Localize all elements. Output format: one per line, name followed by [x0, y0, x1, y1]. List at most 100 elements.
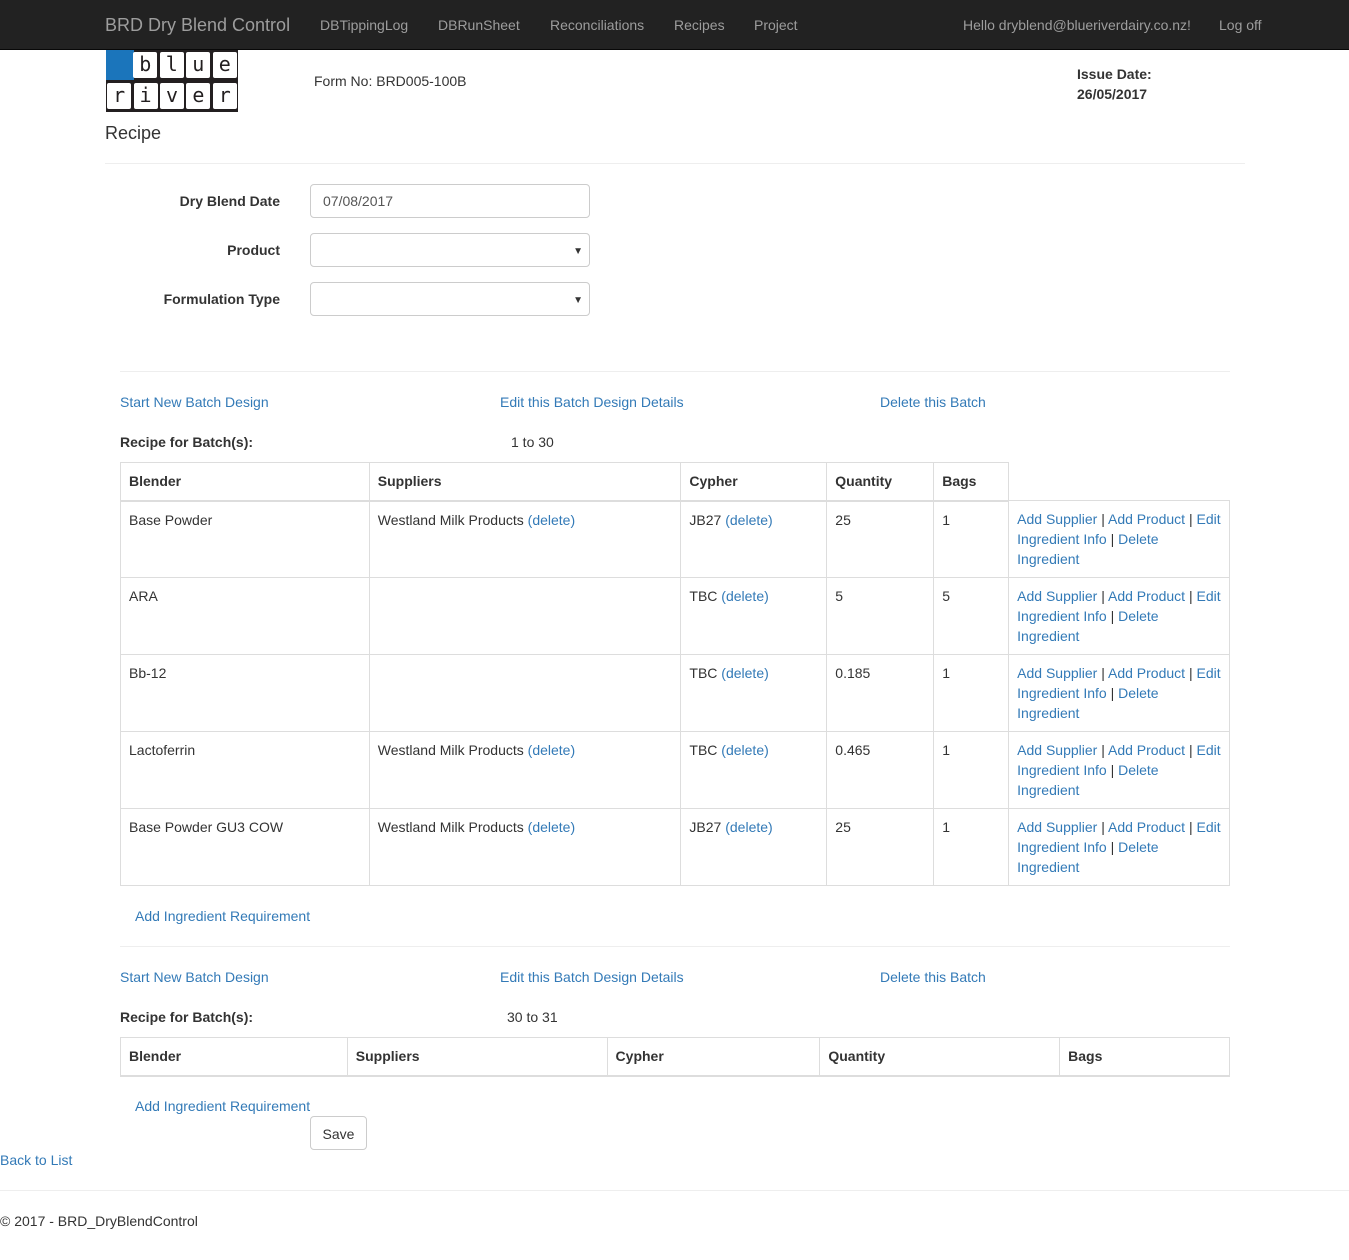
add-product-link[interactable]: Add Product [1108, 742, 1185, 758]
supplier-cell: Westland Milk Products (delete) [368, 808, 682, 886]
bags-cell: 1 [933, 731, 1010, 809]
delete-ingredient-word2: Ingredient [1017, 705, 1080, 721]
delete-cypher-link[interactable]: (delete) [721, 588, 768, 604]
logo-letter: r [212, 83, 237, 109]
add-supplier-link[interactable]: Add Supplier [1017, 588, 1097, 604]
separator: | [1101, 665, 1105, 681]
dry-blend-date-input[interactable] [310, 184, 590, 218]
col-suppliers: Suppliers [346, 1037, 608, 1077]
product-select[interactable]: ▼ [310, 233, 590, 267]
supplier-name: Westland Milk Products [377, 511, 524, 528]
batch1-divider [120, 371, 1230, 372]
nav-project[interactable]: Project [754, 17, 798, 33]
start-new-batch-design-link[interactable]: Start New Batch Design [120, 969, 269, 985]
edit-batch-design-details-link[interactable]: Edit this Batch Design Details [500, 969, 684, 985]
delete-ingredient-word2: Ingredient [1017, 859, 1080, 875]
separator: | [1101, 742, 1105, 758]
separator: | [1110, 839, 1115, 855]
cypher-cell: JB27 (delete) [680, 808, 828, 886]
delete-supplier-link[interactable]: (delete) [528, 819, 575, 835]
cypher-value: TBC [689, 665, 718, 681]
cypher-value: TBC [689, 588, 718, 604]
back-to-list-link[interactable]: Back to List [0, 1152, 72, 1168]
blue-river-logo: b l u e r i v e r [106, 50, 238, 112]
logo-letter: v [159, 83, 184, 109]
add-product-link[interactable]: Add Product [1108, 665, 1185, 681]
delete-batch-link[interactable]: Delete this Batch [880, 394, 986, 410]
logo-letter: l [159, 52, 184, 78]
add-ingredient-requirement-link[interactable]: Add Ingredient Requirement [135, 1098, 310, 1114]
nav-reconciliations[interactable]: Reconciliations [550, 17, 644, 33]
add-product-link[interactable]: Add Product [1108, 511, 1185, 527]
batch2-range: 30 to 31 [507, 1009, 558, 1025]
nav-dbtippinglog[interactable]: DBTippingLog [320, 17, 408, 33]
add-supplier-link[interactable]: Add Supplier [1017, 819, 1097, 835]
add-supplier-link[interactable]: Add Supplier [1017, 665, 1097, 681]
col-quantity: Quantity [826, 462, 935, 502]
issue-date-value: 26/05/2017 [1077, 86, 1148, 102]
add-supplier-link[interactable]: Add Supplier [1017, 742, 1097, 758]
logo-letter: u [186, 52, 211, 78]
batch2-divider [120, 946, 1230, 947]
formulation-type-select[interactable]: ▼ [310, 282, 590, 316]
add-supplier-link[interactable]: Add Supplier [1017, 511, 1097, 527]
supplier-cell: Westland Milk Products (delete) [368, 731, 682, 809]
bags-cell: 1 [933, 654, 1010, 732]
delete-supplier-link[interactable]: (delete) [528, 742, 575, 758]
quantity-cell: 0.465 [826, 731, 935, 809]
delete-ingredient-word1: Delete [1118, 608, 1159, 624]
delete-cypher-link[interactable]: (delete) [725, 512, 772, 528]
row-actions-cell: Add Supplier | Add Product | Edit Ingred… [1008, 808, 1230, 886]
user-greeting-link[interactable]: Hello dryblend@blueriverdairy.co.nz! [963, 17, 1191, 33]
delete-supplier-link[interactable]: (delete) [528, 512, 575, 528]
table-row: Base Powder Westland Milk Products (dele… [120, 500, 1230, 578]
dry-blend-date-label: Dry Blend Date [179, 193, 280, 209]
separator: | [1188, 819, 1193, 835]
edit-batch-design-details-link[interactable]: Edit this Batch Design Details [500, 394, 684, 410]
delete-cypher-link[interactable]: (delete) [721, 742, 768, 758]
supplier-cell [368, 577, 682, 655]
add-product-link[interactable]: Add Product [1108, 588, 1185, 604]
col-suppliers: Suppliers [368, 462, 682, 502]
batch2-recipe-table: Blender Suppliers Cypher Quantity Bags [120, 1037, 1230, 1077]
brand-link[interactable]: BRD Dry Blend Control [105, 14, 290, 36]
row-actions-cell: Add Supplier | Add Product | Edit Ingred… [1008, 731, 1230, 809]
cypher-cell: JB27 (delete) [680, 500, 828, 578]
save-button[interactable]: Save [310, 1116, 367, 1150]
table-row: ARA TBC (delete) 5 5 Add Supplier | Add … [120, 577, 1230, 655]
logo-letter: i [133, 83, 158, 109]
batch1-recipe-table: Blender Suppliers Cypher Quantity Bags B… [120, 462, 1230, 886]
cypher-value: TBC [689, 742, 718, 758]
delete-ingredient-word1: Delete [1118, 762, 1159, 778]
table-header-row: Blender Suppliers Cypher Quantity Bags [120, 1037, 1230, 1077]
cypher-value: JB27 [689, 511, 722, 528]
supplier-cell: Westland Milk Products (delete) [368, 500, 682, 578]
start-new-batch-design-link[interactable]: Start New Batch Design [120, 394, 269, 410]
issue-date-label: Issue Date: [1077, 66, 1152, 82]
blender-cell: ARA [120, 577, 370, 655]
logoff-link[interactable]: Log off [1219, 17, 1262, 33]
batch2-recipe-label: Recipe for Batch(s): [120, 1009, 254, 1025]
table-row: Base Powder GU3 COW Westland Milk Produc… [120, 808, 1230, 886]
quantity-cell: 25 [826, 500, 935, 578]
nav-dbrunsheet[interactable]: DBRunSheet [438, 17, 520, 33]
delete-cypher-link[interactable]: (delete) [721, 665, 768, 681]
col-blender: Blender [120, 1037, 348, 1077]
quantity-cell: 25 [826, 808, 935, 886]
logo-row-river: r i v e r [106, 83, 238, 109]
add-ingredient-requirement-link[interactable]: Add Ingredient Requirement [135, 908, 310, 924]
nav-recipes[interactable]: Recipes [674, 17, 725, 33]
separator: | [1188, 665, 1193, 681]
add-product-link[interactable]: Add Product [1108, 819, 1185, 835]
delete-cypher-link[interactable]: (delete) [725, 819, 772, 835]
separator: | [1188, 588, 1193, 604]
delete-ingredient-word1: Delete [1118, 685, 1159, 701]
delete-batch-link[interactable]: Delete this Batch [880, 969, 986, 985]
cypher-value: JB27 [689, 819, 722, 835]
chevron-down-icon: ▼ [573, 295, 583, 306]
cypher-cell: TBC (delete) [680, 654, 828, 732]
separator: | [1188, 742, 1193, 758]
logo-letter: b [133, 52, 158, 78]
bags-cell: 1 [933, 500, 1010, 578]
col-actions [1008, 462, 1230, 501]
